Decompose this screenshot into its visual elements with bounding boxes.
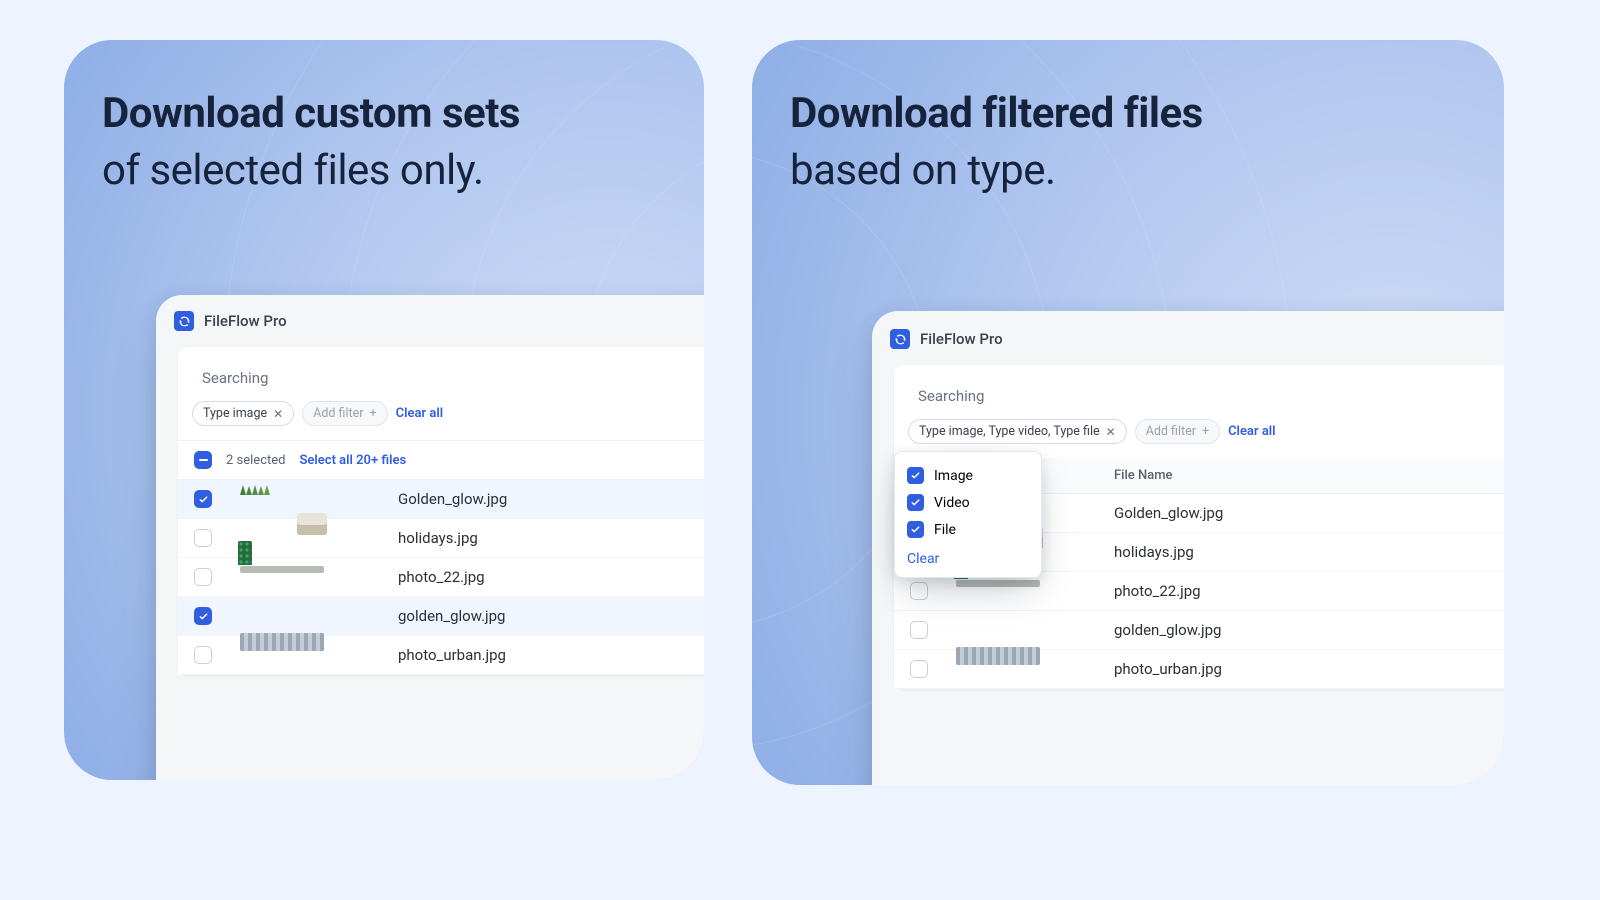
filter-chip-label: Type image (203, 406, 267, 421)
headline-rest: based on type. (790, 146, 1056, 195)
search-label: Searching (178, 347, 704, 393)
headline-bold: Download filtered files (790, 86, 1466, 143)
file-row[interactable]: photo_22.jpg (178, 558, 704, 597)
option-label: Image (934, 468, 973, 484)
file-name: golden_glow.jpg (1046, 621, 1504, 639)
file-listing-card: Searching Type image ✕ Add filter + Clea… (178, 347, 704, 675)
row-checkbox[interactable] (910, 582, 928, 600)
headline-left: Download custom sets of selected files o… (102, 86, 666, 199)
add-filter-label: Add filter (313, 406, 363, 421)
app-logo-icon (174, 311, 194, 331)
option-checkbox[interactable] (907, 467, 924, 484)
promo-panel-right: Download filtered files based on type. F… (752, 40, 1504, 785)
file-row[interactable]: Golden_glow.jpg (178, 480, 704, 519)
file-name: photo_urban.jpg (1046, 660, 1504, 678)
headline-bold: Download custom sets (102, 86, 666, 143)
plus-icon: + (369, 406, 376, 421)
app-name: FileFlow Pro (204, 312, 287, 330)
row-checkbox[interactable] (910, 660, 928, 678)
file-row[interactable]: holidays.jpg (178, 519, 704, 558)
select-all-link[interactable]: Select all 20+ files (299, 453, 406, 468)
row-checkbox[interactable] (194, 490, 212, 508)
file-row[interactable]: golden_glow.jpg (178, 597, 704, 636)
file-name: holidays.jpg (1046, 543, 1504, 561)
option-checkbox[interactable] (907, 494, 924, 511)
file-row[interactable]: golden_glow.jpg (894, 611, 1504, 650)
clear-all-link[interactable]: Clear all (1228, 424, 1276, 439)
file-name: golden_glow.jpg (330, 607, 704, 625)
app-name: FileFlow Pro (920, 330, 1003, 348)
col-filename: File Name (1046, 468, 1504, 483)
close-icon[interactable]: ✕ (273, 407, 283, 421)
filter-bar: Type image ✕ Add filter + Clear all (178, 393, 704, 440)
option-checkbox[interactable] (907, 521, 924, 538)
filter-chip-type[interactable]: Type image, Type video, Type file ✕ (908, 419, 1127, 444)
file-name: photo_urban.jpg (330, 646, 704, 664)
promo-panel-left: Download custom sets of selected files o… (64, 40, 704, 780)
headline-right: Download filtered files based on type. (790, 86, 1466, 199)
row-checkbox[interactable] (194, 529, 212, 547)
selected-count: 2 selected (226, 453, 285, 468)
plus-icon: + (1202, 424, 1209, 439)
file-name: photo_22.jpg (1046, 582, 1504, 600)
filter-option[interactable]: File (907, 516, 1029, 543)
filter-chip-label: Type image, Type video, Type file (919, 424, 1100, 439)
file-row[interactable]: photo_urban.jpg (894, 650, 1504, 689)
search-label: Searching (894, 365, 1504, 411)
file-name: Golden_glow.jpg (330, 490, 704, 508)
app-titlebar: FileFlow Pro (156, 295, 704, 347)
clear-all-link[interactable]: Clear all (396, 406, 444, 421)
file-name: photo_22.jpg (330, 568, 704, 586)
row-checkbox[interactable] (910, 621, 928, 639)
add-filter-chip[interactable]: Add filter + (302, 401, 387, 426)
app-titlebar: FileFlow Pro (872, 313, 1504, 365)
row-checkbox[interactable] (194, 568, 212, 586)
filter-option[interactable]: Image (907, 462, 1029, 489)
close-icon[interactable]: ✕ (1106, 425, 1116, 439)
file-name: Golden_glow.jpg (1046, 504, 1504, 522)
file-row[interactable]: photo_urban.jpg (178, 636, 704, 675)
file-name: holidays.jpg (330, 529, 704, 547)
file-listing-card: Searching Type image, Type video, Type f… (894, 365, 1504, 689)
add-filter-chip[interactable]: Add filter + (1135, 419, 1220, 444)
app-window-right: FileFlow Pro Searching Type image, Type … (872, 311, 1504, 785)
app-window-left: FileFlow Pro Searching Type image ✕ Add … (156, 295, 704, 780)
type-filter-popover: Image Video File Clear (894, 451, 1042, 578)
row-checkbox[interactable] (194, 646, 212, 664)
option-label: File (934, 522, 956, 538)
app-logo-icon (890, 329, 910, 349)
filter-chip-type[interactable]: Type image ✕ (192, 401, 294, 426)
indeterminate-checkbox[interactable] (194, 451, 212, 469)
filter-bar: Type image, Type video, Type file ✕ Add … (894, 411, 1504, 458)
row-checkbox[interactable] (194, 607, 212, 625)
add-filter-label: Add filter (1146, 424, 1196, 439)
headline-rest: of selected files only. (102, 146, 484, 195)
file-rows-left: Golden_glow.jpg holidays.jpg photo_22.jp… (178, 480, 704, 675)
selection-summary-row: 2 selected Select all 20+ files (178, 440, 704, 480)
option-label: Video (934, 495, 970, 511)
filter-option[interactable]: Video (907, 489, 1029, 516)
popover-clear[interactable]: Clear (907, 543, 1029, 569)
